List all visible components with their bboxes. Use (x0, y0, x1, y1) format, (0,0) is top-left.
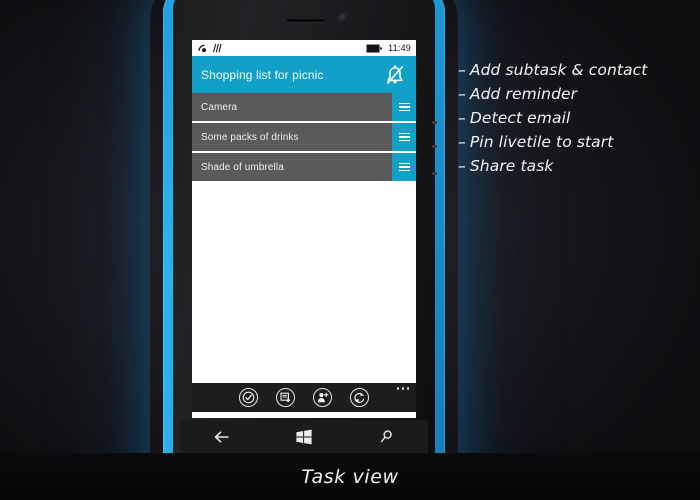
page-title: Shopping list for picnic (201, 67, 324, 82)
annotation-item: – Add reminder (458, 82, 696, 106)
list-item[interactable]: Some packs of drinks (192, 123, 416, 151)
list-item-label: Shade of umbrella (201, 161, 284, 173)
battery-icon (366, 44, 383, 53)
annotation-label: Detect email (469, 109, 571, 127)
app-bar (192, 383, 416, 412)
phone-screen: 11:49 Shopping list for picnic Camera So… (192, 40, 416, 418)
annotation-label: Pin livetile to start (469, 133, 614, 151)
caption-band: Task view (0, 453, 700, 500)
volume-down-button[interactable] (432, 145, 437, 148)
task-list: Camera Some packs of drinks Shade of umb… (192, 93, 416, 181)
annotation-bullet: – (458, 85, 466, 103)
annotation-bullet: – (458, 61, 466, 79)
annotation-label: Add reminder (469, 85, 578, 103)
drag-handle-icon[interactable] (392, 153, 416, 181)
app-header: Shopping list for picnic (192, 56, 416, 93)
status-bar-right: 11:49 (366, 43, 411, 53)
search-icon[interactable] (345, 429, 428, 444)
back-arrow-icon[interactable] (180, 430, 263, 444)
volume-up-button[interactable] (432, 121, 437, 124)
list-item[interactable]: Shade of umbrella (192, 153, 416, 181)
annotation-label: Add subtask & contact (469, 61, 648, 79)
annotation-item: – Add subtask & contact (458, 58, 696, 82)
navigation-bar (180, 420, 428, 453)
annotation-item: – Share task (458, 154, 696, 178)
earpiece-speaker (287, 19, 325, 22)
drag-handle-icon[interactable] (392, 123, 416, 151)
caption-text: Task view (301, 465, 399, 488)
annotation-list: – Add subtask & contact – Add reminder – De… (458, 58, 696, 178)
sync-icon[interactable] (350, 388, 369, 407)
ellipsis-icon[interactable] (396, 387, 409, 390)
status-bar: 11:49 (192, 40, 416, 56)
note-add-icon[interactable] (276, 388, 295, 407)
screenshot-stage: 11:49 Shopping list for picnic Camera So… (0, 0, 700, 500)
status-bar-clock: 11:49 (388, 43, 411, 53)
annotation-item: – Pin livetile to start (458, 130, 696, 154)
cellular-signal-icon (197, 43, 207, 53)
annotation-bullet: – (458, 157, 466, 175)
list-item[interactable]: Camera (192, 93, 416, 121)
annotation-label: Share task (469, 157, 554, 175)
person-add-icon[interactable] (313, 388, 332, 407)
front-camera-icon (338, 13, 349, 24)
list-item-label: Some packs of drinks (201, 131, 299, 143)
power-button[interactable] (432, 172, 437, 175)
annotation-item: – Detect email (458, 106, 696, 130)
windows-logo-icon[interactable] (263, 429, 346, 445)
annotation-bullet: – (458, 109, 466, 127)
annotation-bullet: – (458, 133, 466, 151)
list-item-label: Camera (201, 101, 238, 113)
check-circle-icon[interactable] (239, 388, 258, 407)
bell-muted-icon[interactable] (382, 62, 408, 88)
drag-handle-icon[interactable] (392, 93, 416, 121)
status-bar-left (197, 43, 223, 53)
wifi-icon (212, 43, 223, 53)
